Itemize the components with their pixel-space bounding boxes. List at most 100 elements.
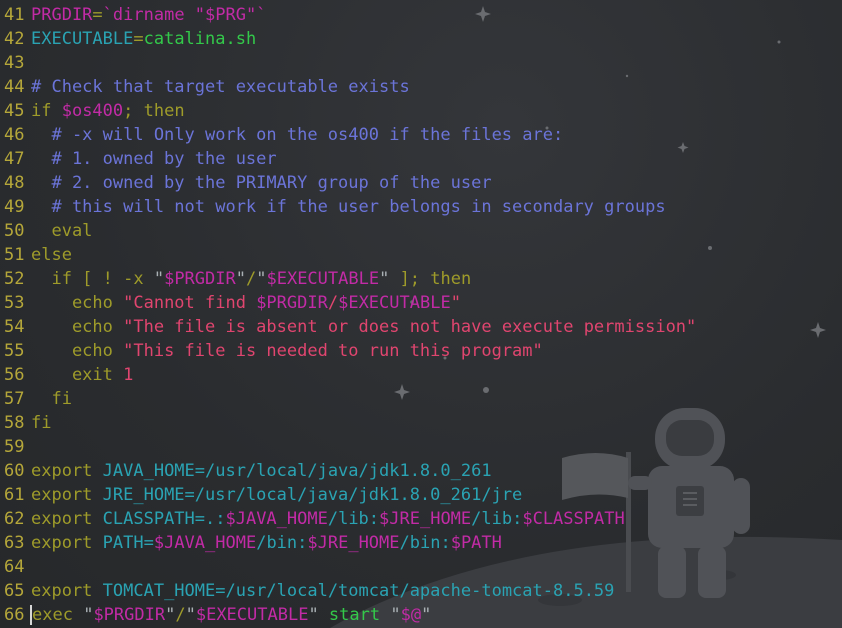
code-token: JRE_HOME=/usr/local/java/jdk1.8.0_261/jr… xyxy=(102,485,523,505)
line-code: echo "The file is absent or does not hav… xyxy=(31,317,696,337)
code-token: / xyxy=(245,269,257,289)
line-code: exit 1 xyxy=(31,365,133,385)
code-token: # this will not work if the user belongs… xyxy=(31,197,666,217)
code-token: /lib: xyxy=(327,509,380,529)
line-number: 64 xyxy=(4,557,25,577)
code-line[interactable]: 48 # 2. owned by the PRIMARY group of th… xyxy=(4,171,492,195)
code-token: /bin: xyxy=(256,533,308,553)
code-line[interactable]: 44 # Check that target executable exists xyxy=(4,75,410,99)
code-token: else xyxy=(31,245,72,265)
terminal-editor[interactable]: 41 PRGDIR=`dirname "$PRG"` 42 EXECUTABLE=ca… xyxy=(0,0,842,628)
code-token: `dirname "$PRG"` xyxy=(102,5,267,25)
code-line[interactable]: 59 xyxy=(4,435,31,459)
code-token: " xyxy=(165,605,176,625)
code-token: ; then xyxy=(123,101,185,121)
line-number: 60 xyxy=(4,461,25,481)
code-token: $EXECUTABLE xyxy=(195,605,309,625)
code-line[interactable]: 42 EXECUTABLE=catalina.sh xyxy=(4,27,256,51)
code-line[interactable]: 55 echo "This file is needed to run this… xyxy=(4,339,543,363)
code-line[interactable]: 54 echo "The file is absent or does not … xyxy=(4,315,696,339)
code-line[interactable]: 51 else xyxy=(4,243,72,267)
code-token: $JRE_HOME xyxy=(379,509,472,529)
code-token: eval xyxy=(31,221,93,241)
code-line[interactable]: 57 fi xyxy=(4,387,72,411)
code-token: "The file is absent or does not have exe… xyxy=(123,317,697,337)
line-code: # -x will Only work on the os400 if the … xyxy=(31,125,563,145)
line-code: export CLASSPATH=.:$JAVA_HOME/lib:$JRE_H… xyxy=(31,509,625,529)
code-line[interactable]: 46 # -x will Only work on the os400 if t… xyxy=(4,123,563,147)
code-token: $PRGDIR xyxy=(164,269,236,289)
code-token: export xyxy=(31,509,103,529)
code-line[interactable]: 65 export TOMCAT_HOME=/usr/local/tomcat/a… xyxy=(4,579,614,603)
line-number: 46 xyxy=(4,125,25,145)
code-token: # Check that target executable exists xyxy=(31,77,410,97)
line-number: 43 xyxy=(4,53,25,73)
code-line[interactable]: 56 exit 1 xyxy=(4,363,133,387)
code-token: $EXECUTABLE xyxy=(266,269,380,289)
code-line[interactable]: 50 eval xyxy=(4,219,92,243)
code-token: export xyxy=(31,485,103,505)
code-token: $JAVA_HOME xyxy=(153,533,257,553)
code-token: exec xyxy=(32,605,84,625)
line-code: if $os400; then xyxy=(31,101,185,121)
code-line[interactable]: 64 xyxy=(4,555,31,579)
code-line[interactable]: 62 export CLASSPATH=.:$JAVA_HOME/lib:$JRE… xyxy=(4,507,625,531)
code-line[interactable]: 63 export PATH=$JAVA_HOME/bin:$JRE_HOME/b… xyxy=(4,531,502,555)
code-token: exit xyxy=(31,365,124,385)
code-line[interactable]: 66 exec "$PRGDIR"/"$EXECUTABLE" start "$@… xyxy=(4,603,431,627)
line-code: echo "Cannot find $PRGDIR/$EXECUTABLE" xyxy=(31,293,461,313)
line-code: export PATH=$JAVA_HOME/bin:$JRE_HOME/bin… xyxy=(31,533,502,553)
code-token: " xyxy=(153,269,165,289)
line-number: 57 xyxy=(4,389,25,409)
code-token: / xyxy=(327,293,339,313)
code-token: PRGDIR xyxy=(31,5,93,25)
code-token: if xyxy=(31,101,62,121)
code-token: EXECUTABLE xyxy=(31,29,134,49)
code-line[interactable]: 41 PRGDIR=`dirname "$PRG"` xyxy=(4,3,266,27)
line-code: export JAVA_HOME=/usr/local/java/jdk1.8.… xyxy=(31,461,492,481)
code-token: CLASSPATH=.: xyxy=(102,509,226,529)
line-number: 55 xyxy=(4,341,25,361)
code-token: start xyxy=(318,605,391,625)
line-number: 42 xyxy=(4,29,25,49)
code-token: echo xyxy=(31,293,124,313)
code-token: /bin: xyxy=(399,533,451,553)
code-token: JAVA_HOME=/usr/local/java/jdk1.8.0_261 xyxy=(102,461,492,481)
code-token: $CLASSPATH xyxy=(522,509,625,529)
code-token: / xyxy=(175,605,186,625)
line-number: 47 xyxy=(4,149,25,169)
line-code: PRGDIR=`dirname "$PRG"` xyxy=(31,5,266,25)
code-token: $JRE_HOME xyxy=(307,533,400,553)
code-token: "This file is needed to run this program… xyxy=(123,341,543,361)
line-number: 61 xyxy=(4,485,25,505)
line-number: 44 xyxy=(4,77,25,97)
code-token: # -x will Only work on the os400 if the … xyxy=(31,125,564,145)
line-code: fi xyxy=(31,389,71,409)
code-token: = xyxy=(133,29,144,49)
line-number: 53 xyxy=(4,293,25,313)
code-line[interactable]: 43 xyxy=(4,51,31,75)
code-token: " xyxy=(379,269,390,289)
code-token: $PRGDIR xyxy=(256,293,328,313)
code-token: ]; then xyxy=(389,269,472,289)
code-line[interactable]: 47 # 1. owned by the user xyxy=(4,147,277,171)
code-line[interactable]: 45 if $os400; then xyxy=(4,99,185,123)
code-line[interactable]: 53 echo "Cannot find $PRGDIR/$EXECUTABLE… xyxy=(4,291,461,315)
code-line[interactable]: 60 export JAVA_HOME=/usr/local/java/jdk1.… xyxy=(4,459,492,483)
code-line[interactable]: 61 export JRE_HOME=/usr/local/java/jdk1.8… xyxy=(4,483,522,507)
code-line[interactable]: 49 # this will not work if the user belo… xyxy=(4,195,666,219)
code-token: if [ ! -x xyxy=(31,269,154,289)
code-token: " xyxy=(450,293,461,313)
code-token: export xyxy=(31,461,103,481)
line-number: 49 xyxy=(4,197,25,217)
line-code: # Check that target executable exists xyxy=(31,77,410,97)
code-token: echo xyxy=(31,341,124,361)
code-token: export xyxy=(31,581,103,601)
code-line[interactable]: 58 fi xyxy=(4,411,51,435)
line-code: export TOMCAT_HOME=/usr/local/tomcat/apa… xyxy=(31,581,614,601)
code-line[interactable]: 52 if [ ! -x "$PRGDIR"/"$EXECUTABLE" ]; … xyxy=(4,267,471,291)
line-code: else xyxy=(31,245,72,265)
line-number: 63 xyxy=(4,533,25,553)
code-token: # 1. owned by the user xyxy=(31,149,277,169)
code-token: " xyxy=(256,269,267,289)
